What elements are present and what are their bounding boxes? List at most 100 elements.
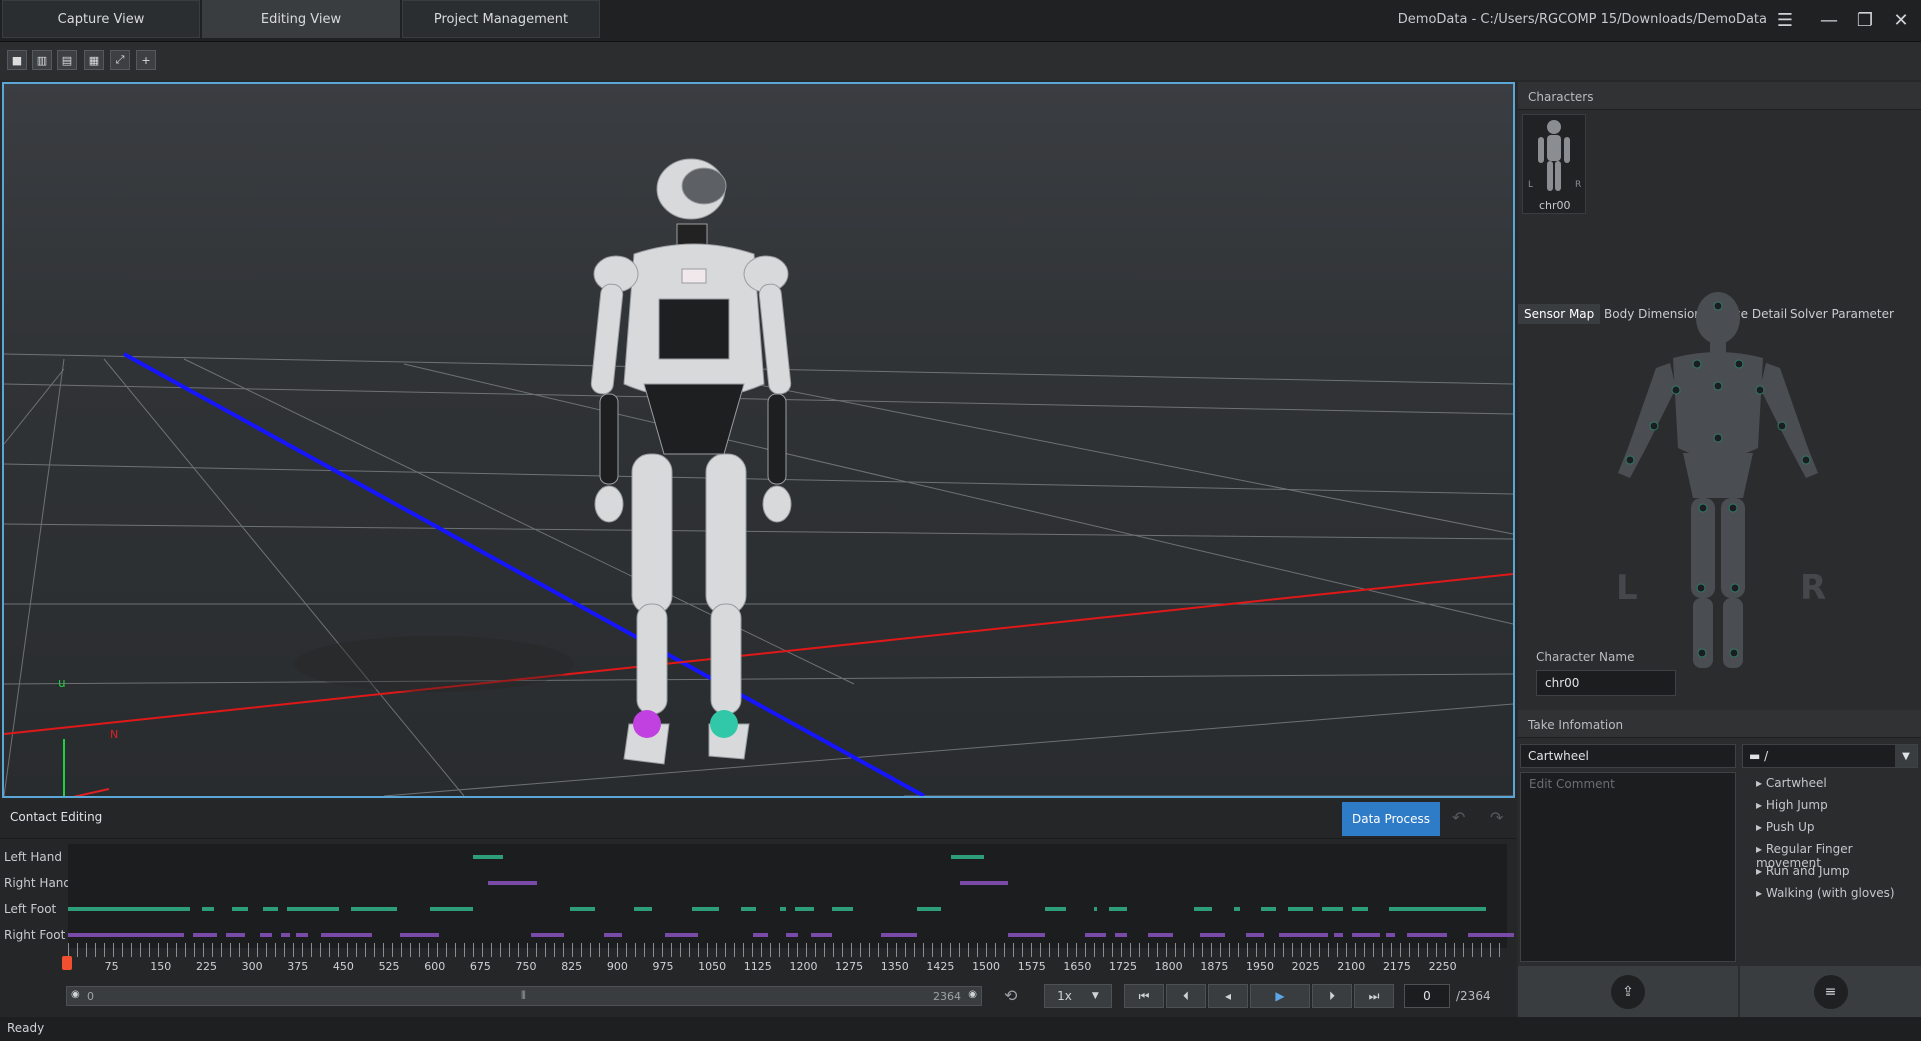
right-foot-contact-segment[interactable] (259, 933, 272, 937)
3d-viewport[interactable]: u N (2, 82, 1515, 798)
right-foot-contact-segment[interactable] (1148, 933, 1173, 937)
tab-editing-view[interactable]: Editing View (202, 0, 400, 38)
speed-select[interactable]: 1x ▼ (1044, 984, 1112, 1008)
playhead-marker[interactable] (62, 956, 72, 970)
left-foot-contact-segment[interactable] (201, 907, 215, 911)
camera-fit-icon[interactable]: ⤢ (110, 50, 130, 70)
left-foot-contact-segment[interactable] (68, 907, 190, 911)
notes-button[interactable]: ≡ (1740, 966, 1921, 1017)
range-eye-left-icon[interactable]: ◉ (71, 989, 80, 1000)
left-foot-contact-segment[interactable] (795, 907, 814, 911)
right-foot-contact-segment[interactable] (810, 933, 832, 937)
right-foot-contact-segment[interactable] (1200, 933, 1225, 937)
track-lane-left-hand[interactable] (68, 844, 1507, 870)
left-foot-contact-segment[interactable] (691, 907, 720, 911)
left-foot-contact-segment[interactable] (1288, 907, 1313, 911)
take-list-item[interactable]: ▸ High Jump (1756, 798, 1828, 812)
chevron-down-icon[interactable]: ▼ (1895, 745, 1917, 767)
right-foot-contact-segment[interactable] (1084, 933, 1106, 937)
range-eye-right-icon[interactable]: ◉ (968, 989, 977, 1000)
left-foot-contact-segment[interactable] (287, 907, 339, 911)
right-foot-contact-segment[interactable] (192, 933, 218, 937)
add-view-icon[interactable]: + (136, 50, 156, 70)
take-list-item[interactable]: ▸ Run and Jump (1756, 864, 1850, 878)
left-foot-contact-segment[interactable] (232, 907, 248, 911)
right-foot-contact-segment[interactable] (1468, 933, 1514, 937)
left-foot-contact-segment[interactable] (1233, 907, 1240, 911)
current-frame-input[interactable]: 0 (1404, 984, 1450, 1008)
loop-icon[interactable]: ⟲ (1004, 986, 1017, 1005)
right-foot-contact-segment[interactable] (226, 933, 245, 937)
hamburger-menu-icon[interactable]: ☰ (1772, 8, 1798, 32)
left-foot-contact-segment[interactable] (1044, 907, 1067, 911)
right-foot-contact-segment[interactable] (1114, 933, 1128, 937)
right-foot-contact-segment[interactable] (68, 933, 184, 937)
right-foot-contact-segment[interactable] (1245, 933, 1265, 937)
right-foot-contact-segment[interactable] (1279, 933, 1329, 937)
layout-single-icon[interactable]: ■ (7, 50, 27, 70)
take-list-item[interactable]: ▸ Walking (with gloves) (1756, 886, 1895, 900)
minimize-icon[interactable]: — (1816, 8, 1842, 32)
left-foot-contact-segment[interactable] (1388, 907, 1487, 911)
tab-project-management[interactable]: Project Management (402, 0, 600, 38)
left-foot-contact-segment[interactable] (1108, 907, 1128, 911)
left-foot-contact-segment[interactable] (1093, 907, 1097, 911)
play-button[interactable]: ▶ (1250, 984, 1310, 1008)
take-name-input[interactable]: Cartwheel (1520, 744, 1736, 768)
undo-icon[interactable]: ↶ (1452, 808, 1465, 827)
right-foot-contact-segment[interactable] (786, 933, 799, 937)
go-to-end-button[interactable]: ⏭ (1354, 984, 1394, 1008)
right-foot-contact-segment[interactable] (530, 933, 565, 937)
right-foot-contact-segment[interactable] (320, 933, 373, 937)
track-lane-left-foot[interactable] (68, 896, 1507, 922)
redo-icon[interactable]: ↷ (1490, 808, 1503, 827)
right-foot-contact-segment[interactable] (664, 933, 698, 937)
take-list-item[interactable]: ▸ Cartwheel (1756, 776, 1827, 790)
character-name-input[interactable]: chr00 (1536, 670, 1676, 696)
go-to-start-button[interactable]: ⏮ (1124, 984, 1164, 1008)
data-process-button[interactable]: Data Process (1342, 802, 1440, 836)
range-grip-icon[interactable]: ⦀ (521, 989, 526, 1003)
take-list-item[interactable]: ▸ Push Up (1756, 820, 1815, 834)
left-foot-contact-segment[interactable] (740, 907, 756, 911)
left-hand-contact-segment[interactable] (472, 855, 504, 859)
right-foot-contact-segment[interactable] (603, 933, 622, 937)
tab-capture-view[interactable]: Capture View (2, 0, 200, 38)
timeline-ruler[interactable] (68, 943, 1507, 957)
right-foot-contact-segment[interactable] (281, 933, 291, 937)
step-back-button[interactable]: ◂ (1208, 984, 1248, 1008)
layout-quad-icon[interactable]: ▦ (84, 50, 104, 70)
left-foot-contact-segment[interactable] (780, 907, 787, 911)
right-foot-contact-segment[interactable] (296, 933, 309, 937)
character-thumbnail[interactable]: L R chr00 (1522, 114, 1586, 214)
left-foot-contact-segment[interactable] (831, 907, 854, 911)
left-foot-contact-segment[interactable] (1352, 907, 1368, 911)
comment-textarea[interactable]: Edit Comment (1520, 772, 1736, 962)
left-foot-contact-segment[interactable] (1194, 907, 1213, 911)
left-foot-contact-segment[interactable] (351, 907, 397, 911)
folder-select[interactable]: ▬ / ▼ (1742, 744, 1918, 768)
left-hand-contact-segment[interactable] (950, 855, 985, 859)
right-hand-contact-segment[interactable] (488, 881, 537, 885)
left-foot-contact-segment[interactable] (570, 907, 595, 911)
layout-two-vertical-icon[interactable]: ▥ (32, 50, 52, 70)
left-foot-contact-segment[interactable] (1261, 907, 1277, 911)
right-foot-contact-segment[interactable] (1352, 933, 1380, 937)
restore-icon[interactable]: ❐ (1852, 8, 1878, 32)
close-icon[interactable]: ✕ (1888, 8, 1914, 32)
right-foot-contact-segment[interactable] (399, 933, 440, 937)
left-foot-contact-segment[interactable] (1321, 907, 1344, 911)
right-foot-contact-segment[interactable] (1008, 933, 1045, 937)
right-foot-contact-segment[interactable] (752, 933, 768, 937)
tab-sensor-map[interactable]: Sensor Map (1518, 304, 1601, 324)
previous-key-button[interactable]: ⏴ (1166, 984, 1206, 1008)
left-foot-contact-segment[interactable] (262, 907, 278, 911)
track-lane-right-hand[interactable] (68, 870, 1507, 896)
layout-two-horizontal-icon[interactable]: ▤ (57, 50, 77, 70)
right-foot-contact-segment[interactable] (1385, 933, 1395, 937)
left-foot-contact-segment[interactable] (430, 907, 473, 911)
right-foot-contact-segment[interactable] (880, 933, 918, 937)
left-foot-contact-segment[interactable] (917, 907, 942, 911)
left-foot-contact-segment[interactable] (634, 907, 653, 911)
range-scrollbar[interactable]: ◉ 0 ⦀ 2364 ◉ (66, 986, 982, 1006)
